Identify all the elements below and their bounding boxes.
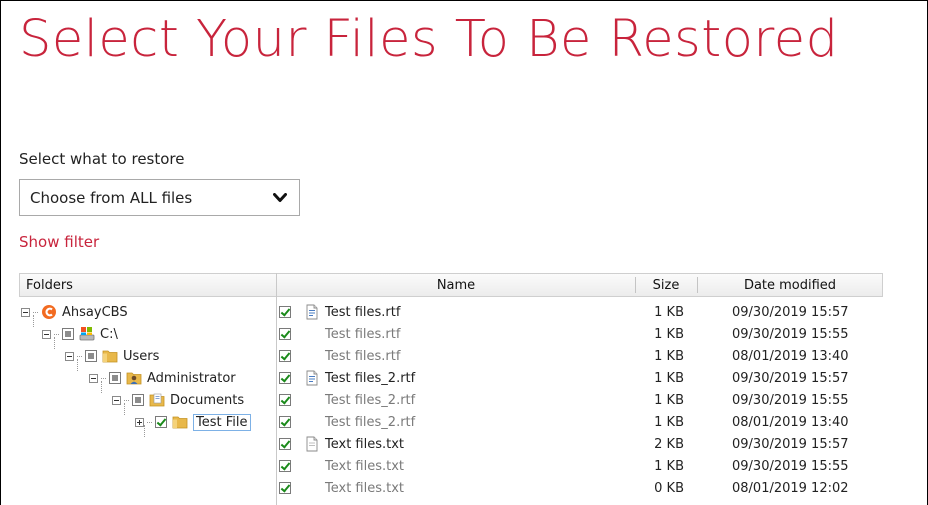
collapse-icon[interactable] xyxy=(42,329,51,339)
file-checkbox[interactable] xyxy=(279,306,291,318)
restore-window: Select Your Files To Be Restored Select … xyxy=(0,0,928,505)
collapse-icon[interactable] xyxy=(112,395,121,405)
file-name: Test files.rtf xyxy=(325,348,401,364)
tree-checkbox[interactable] xyxy=(132,394,144,406)
file-checkbox[interactable] xyxy=(279,438,291,450)
file-name: Test files_2.rtf xyxy=(325,392,416,408)
tree-checkbox[interactable] xyxy=(62,328,74,340)
restore-source-dropdown[interactable]: Choose from ALL files xyxy=(19,179,300,216)
ahsay-logo-icon xyxy=(42,305,56,319)
file-name: Test files_2.rtf xyxy=(325,414,416,430)
tree-node-c-drive[interactable]: C:\ xyxy=(42,323,118,345)
page-title: Select Your Files To Be Restored xyxy=(19,10,839,69)
tree-checkbox[interactable] xyxy=(85,350,97,362)
file-size: 1 KB xyxy=(654,392,684,408)
file-date-modified: 09/30/2019 15:57 xyxy=(732,370,849,386)
expand-icon[interactable] xyxy=(135,417,144,427)
file-checkbox[interactable] xyxy=(279,394,291,406)
file-row[interactable]: Test files_2.rtf 1 KB 08/01/2019 13:40 xyxy=(277,411,883,433)
file-size: 1 KB xyxy=(654,326,684,342)
documents-folder-icon xyxy=(149,393,165,407)
file-checkbox[interactable] xyxy=(279,350,291,362)
file-date-modified: 08/01/2019 13:40 xyxy=(732,414,849,430)
file-name: Text files.txt xyxy=(325,480,405,496)
tree-label: C:\ xyxy=(100,326,118,342)
file-size: 1 KB xyxy=(654,370,684,386)
file-name: Test files.rtf xyxy=(325,326,401,342)
tree-checkbox[interactable] xyxy=(155,416,167,428)
file-size: 2 KB xyxy=(654,436,684,452)
file-checkbox[interactable] xyxy=(279,328,291,340)
tree-label: Users xyxy=(123,348,160,364)
files-header: Name Size Date modified xyxy=(277,273,883,297)
chevron-down-icon xyxy=(273,191,287,205)
tree-label: Administrator xyxy=(147,370,236,386)
tree-label: AhsayCBS xyxy=(62,304,128,320)
file-name: Test files_2.rtf xyxy=(325,370,416,386)
tree-checkbox[interactable] xyxy=(109,372,121,384)
file-row[interactable]: Text files.txt 0 KB 08/01/2019 12:02 xyxy=(277,477,883,499)
tree-node-ahsaycbs[interactable]: AhsayCBS xyxy=(21,301,128,323)
tree-node-documents[interactable]: Documents xyxy=(112,389,244,411)
show-filter-link[interactable]: Show filter xyxy=(19,233,99,251)
file-date-modified: 09/30/2019 15:55 xyxy=(732,392,849,408)
restore-source-value: Choose from ALL files xyxy=(30,188,193,207)
rtf-file-icon xyxy=(306,304,318,320)
file-date-modified: 09/30/2019 15:55 xyxy=(732,326,849,342)
file-row[interactable]: Test files_2.rtf 1 KB 09/30/2019 15:55 xyxy=(277,389,883,411)
file-row[interactable]: Test files_2.rtf 1 KB 09/30/2019 15:57 xyxy=(277,367,883,389)
file-checkbox[interactable] xyxy=(279,460,291,472)
files-pane: Name Size Date modified Test files.rtf 1 … xyxy=(277,273,883,505)
tree-label: Documents xyxy=(170,392,245,408)
file-name: Text files.txt xyxy=(325,436,405,452)
tree-node-users[interactable]: Users xyxy=(65,345,159,367)
file-date-modified: 09/30/2019 15:57 xyxy=(732,436,849,452)
collapse-icon[interactable] xyxy=(21,307,30,317)
collapse-icon[interactable] xyxy=(65,351,74,361)
file-row[interactable]: Test files.rtf 1 KB 08/01/2019 13:40 xyxy=(277,345,883,367)
user-folder-icon xyxy=(126,372,142,385)
file-row[interactable]: Text files.txt 2 KB 09/30/2019 15:57 xyxy=(277,433,883,455)
file-size: 1 KB xyxy=(654,304,684,320)
tree-label-selected: Test File xyxy=(193,413,251,431)
file-name: Text files.txt xyxy=(325,458,405,474)
file-row[interactable]: Text files.txt 1 KB 09/30/2019 15:55 xyxy=(277,455,883,477)
file-size: 1 KB xyxy=(654,348,684,364)
file-date-modified: 08/01/2019 12:02 xyxy=(732,480,849,496)
file-row[interactable]: Test files.rtf 1 KB 09/30/2019 15:55 xyxy=(277,323,883,345)
file-date-modified: 08/01/2019 13:40 xyxy=(732,348,849,364)
file-size: 1 KB xyxy=(654,414,684,430)
file-checkbox[interactable] xyxy=(279,372,291,384)
file-size: 1 KB xyxy=(654,458,684,474)
folder-icon xyxy=(172,416,188,429)
column-header-size[interactable]: Size xyxy=(636,274,696,296)
file-date-modified: 09/30/2019 15:55 xyxy=(732,458,849,474)
tree-node-test-file[interactable]: Test File xyxy=(135,411,251,433)
tree-node-administrator[interactable]: Administrator xyxy=(89,367,236,389)
folder-icon xyxy=(102,350,118,363)
file-checkbox[interactable] xyxy=(279,416,291,428)
folders-header: Folders xyxy=(19,273,276,297)
file-size: 0 KB xyxy=(654,480,684,496)
file-date-modified: 09/30/2019 15:57 xyxy=(732,304,849,320)
file-checkbox[interactable] xyxy=(279,482,291,494)
column-header-name[interactable]: Name xyxy=(277,274,635,296)
restore-select-label: Select what to restore xyxy=(19,150,185,168)
file-name: Test files.rtf xyxy=(325,304,401,320)
drive-icon xyxy=(79,327,95,341)
txt-file-icon xyxy=(306,436,318,452)
column-header-date[interactable]: Date modified xyxy=(698,274,882,296)
collapse-icon[interactable] xyxy=(89,373,98,383)
rtf-file-icon xyxy=(306,370,318,386)
file-row[interactable]: Test files.rtf 1 KB 09/30/2019 15:57 xyxy=(277,301,883,323)
folders-pane: Folders AhsayCBS C:\ Users Administrator… xyxy=(19,273,277,505)
